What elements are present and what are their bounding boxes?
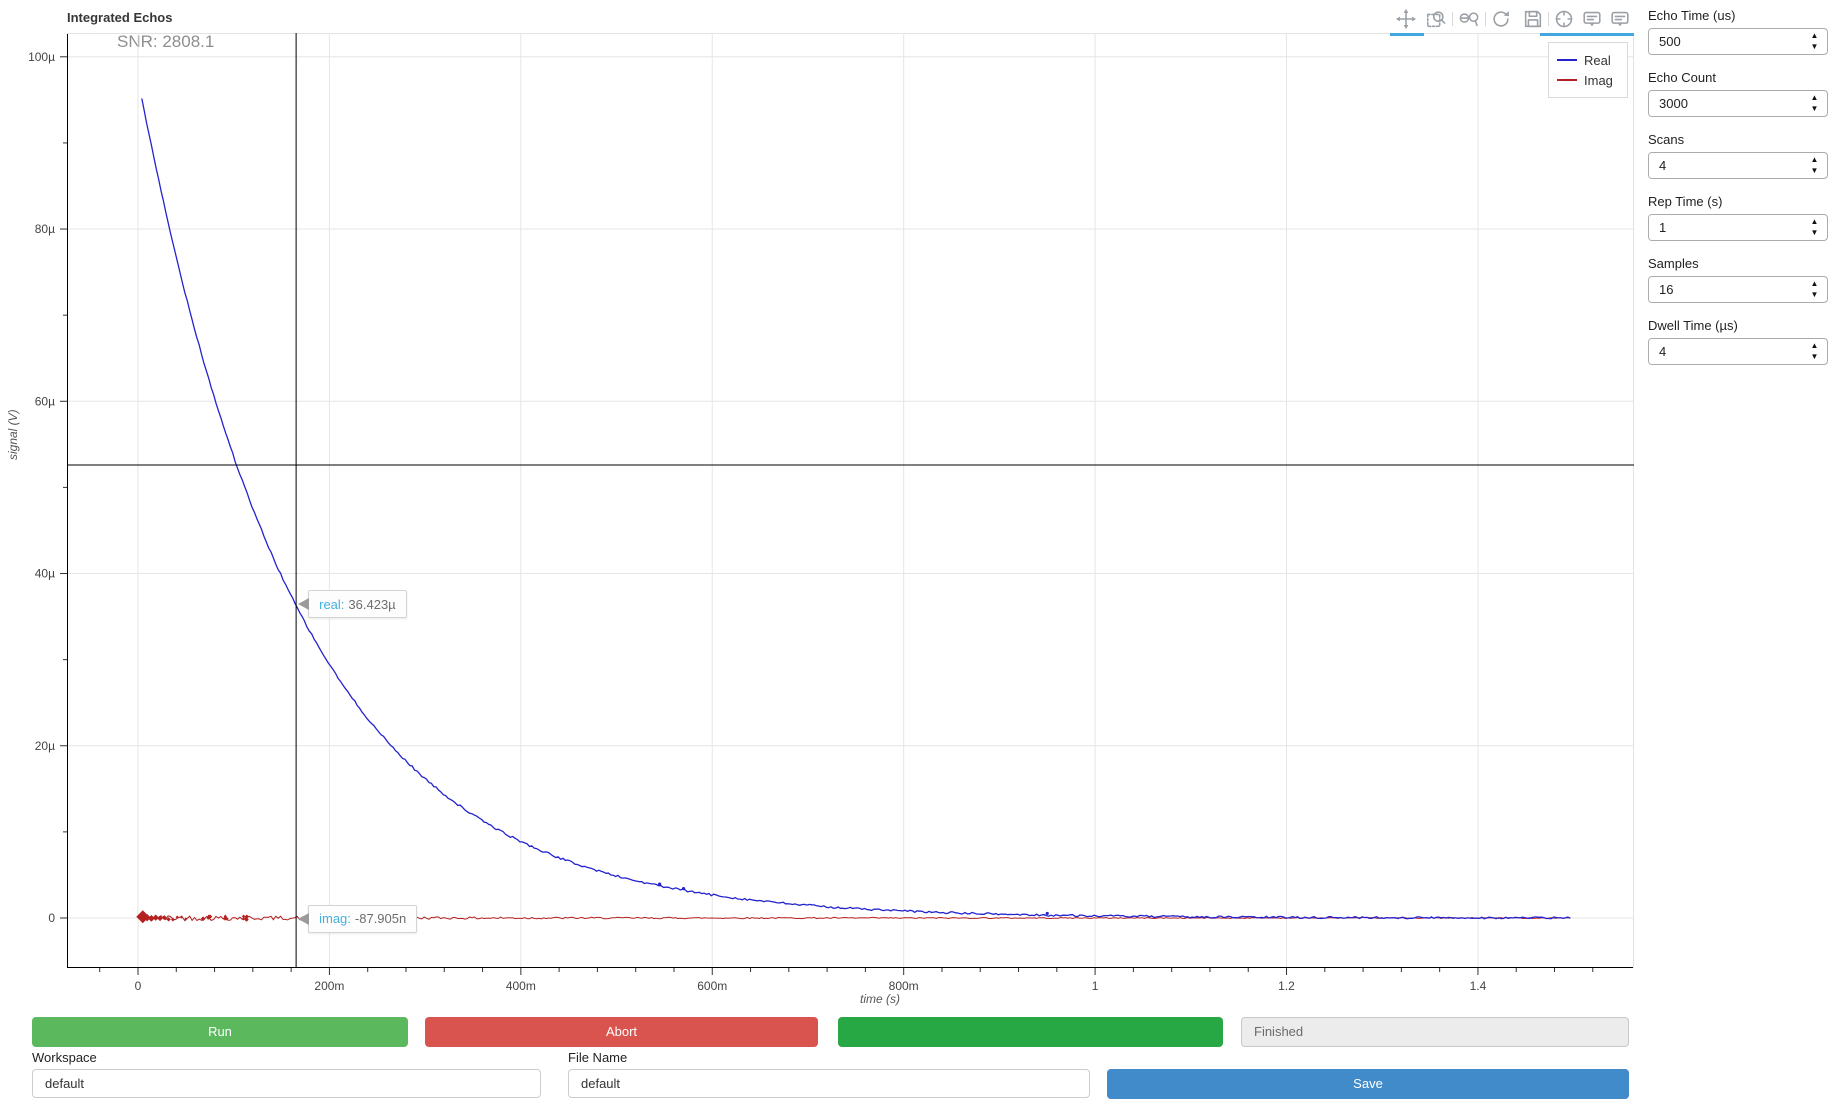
- svg-text:200m: 200m: [314, 979, 344, 993]
- scans-label: Scans: [1648, 132, 1685, 147]
- plot-area[interactable]: 0 200m 400m 600m 800m 1 1.2 1.4 0 20µ 40µ 60µ 80µ 100…: [28, 33, 1634, 993]
- samples-label: Samples: [1648, 256, 1699, 271]
- y-axis-label: signal (V): [6, 409, 20, 460]
- progress-bar: [838, 1017, 1223, 1047]
- tooltip-compare-icon[interactable]: [1608, 8, 1632, 30]
- zoom-in-out-icon[interactable]: [1457, 8, 1481, 30]
- spinner-up-icon[interactable]: ▲: [1808, 156, 1822, 164]
- scans-spinbox[interactable]: ▲▼: [1648, 152, 1828, 179]
- legend-item-imag[interactable]: Imag: [1557, 70, 1619, 90]
- rep-time-input[interactable]: [1649, 215, 1805, 240]
- real-tooltip-label: real:: [319, 596, 345, 612]
- rep-time-label: Rep Time (s): [1648, 194, 1723, 209]
- real-tooltip-value: 36.423µ: [348, 596, 396, 612]
- rep-time-group: Rep Time (s) ▲▼: [1648, 194, 1828, 241]
- crosshair-icon[interactable]: [1552, 8, 1576, 30]
- chart-canvas[interactable]: 0 200m 400m 600m 800m 1 1.2 1.4 0 20µ 40µ 60µ 80µ 100…: [28, 33, 1634, 993]
- dwell-time-spinbox[interactable]: ▲▼: [1648, 338, 1828, 365]
- reset-axes-icon[interactable]: [1489, 8, 1513, 30]
- imag-tooltip-value: -87.905n: [354, 911, 407, 927]
- plot-title: Integrated Echos: [67, 10, 173, 25]
- run-button[interactable]: Run: [32, 1017, 408, 1047]
- svg-text:1.2: 1.2: [1278, 979, 1295, 993]
- status-field: Finished: [1241, 1017, 1629, 1047]
- toolbar-separator: [1452, 12, 1453, 26]
- filename-input[interactable]: [568, 1069, 1090, 1098]
- samples-spinbox[interactable]: ▲▼: [1648, 276, 1828, 303]
- svg-text:40µ: 40µ: [35, 567, 55, 581]
- tooltip-arrow-icon: [298, 598, 310, 611]
- toolbar-separator: [1548, 12, 1549, 26]
- svg-text:1: 1: [1092, 979, 1099, 993]
- rep-time-spinbox[interactable]: ▲▼: [1648, 214, 1828, 241]
- dwell-time-group: Dwell Time (µs) ▲▼: [1648, 318, 1828, 365]
- echo-time-label: Echo Time (us): [1648, 8, 1736, 23]
- echo-time-input[interactable]: [1649, 29, 1805, 54]
- filename-label: File Name: [568, 1050, 628, 1065]
- pan-active-underline: [1390, 33, 1424, 36]
- scans-group: Scans ▲▼: [1648, 132, 1828, 179]
- x-axis-label: time (s): [860, 992, 900, 1006]
- spinner-down-icon[interactable]: ▼: [1808, 229, 1822, 237]
- legend-label-imag: Imag: [1584, 72, 1613, 88]
- svg-text:400m: 400m: [506, 979, 536, 993]
- echo-count-input[interactable]: [1649, 91, 1805, 116]
- save-button[interactable]: Save: [1107, 1069, 1629, 1099]
- imag-value-tooltip: imag: -87.905n: [298, 904, 418, 933]
- spinner-up-icon[interactable]: ▲: [1808, 94, 1822, 102]
- abort-button[interactable]: Abort: [425, 1017, 818, 1047]
- save-plot-icon[interactable]: [1521, 8, 1545, 30]
- app-window: Integrated Echos SNR: 2808.1 0 200m 400m…: [0, 0, 1843, 1109]
- svg-text:0: 0: [48, 911, 55, 925]
- legend-label-real: Real: [1584, 52, 1611, 68]
- legend-line-real: [1557, 59, 1577, 61]
- svg-text:100µ: 100µ: [28, 50, 55, 64]
- echo-count-group: Echo Count ▲▼: [1648, 70, 1828, 117]
- spinner-down-icon[interactable]: ▼: [1808, 167, 1822, 175]
- dwell-time-input[interactable]: [1649, 339, 1805, 364]
- box-zoom-icon[interactable]: [1424, 8, 1448, 30]
- dwell-time-label: Dwell Time (µs): [1648, 318, 1738, 333]
- svg-text:600m: 600m: [697, 979, 727, 993]
- legend-line-imag: [1557, 79, 1577, 81]
- spinner-down-icon[interactable]: ▼: [1808, 291, 1822, 299]
- spinner-up-icon[interactable]: ▲: [1808, 342, 1822, 350]
- tooltip-closest-icon[interactable]: [1580, 8, 1604, 30]
- samples-input[interactable]: [1649, 277, 1805, 302]
- echo-count-spinbox[interactable]: ▲▼: [1648, 90, 1828, 117]
- svg-text:0: 0: [135, 979, 142, 993]
- spinner-down-icon[interactable]: ▼: [1808, 105, 1822, 113]
- pan-icon[interactable]: [1394, 8, 1418, 30]
- samples-group: Samples ▲▼: [1648, 256, 1828, 303]
- acquisition-panel: Echo Time (us) ▲▼ Echo Count ▲▼ Scans ▲▼…: [1648, 8, 1828, 380]
- scans-input[interactable]: [1649, 153, 1805, 178]
- toolbar-separator: [1485, 12, 1486, 26]
- svg-text:80µ: 80µ: [35, 222, 55, 236]
- svg-text:20µ: 20µ: [35, 739, 55, 753]
- workspace-input[interactable]: [32, 1069, 541, 1098]
- legend[interactable]: Real Imag: [1548, 42, 1628, 98]
- spinner-down-icon[interactable]: ▼: [1808, 353, 1822, 361]
- imag-tooltip-label: imag:: [319, 911, 351, 927]
- workspace-label: Workspace: [32, 1050, 97, 1065]
- spinner-down-icon[interactable]: ▼: [1808, 43, 1822, 51]
- spinner-up-icon[interactable]: ▲: [1808, 280, 1822, 288]
- echo-time-group: Echo Time (us) ▲▼: [1648, 8, 1828, 55]
- svg-text:60µ: 60µ: [35, 394, 55, 408]
- spinner-up-icon[interactable]: ▲: [1808, 218, 1822, 226]
- svg-text:800m: 800m: [889, 979, 919, 993]
- real-value-tooltip: real: 36.423µ: [298, 590, 407, 619]
- echo-count-label: Echo Count: [1648, 70, 1716, 85]
- cursor-group-active-underline: [1540, 33, 1634, 36]
- echo-time-spinbox[interactable]: ▲▼: [1648, 28, 1828, 55]
- tooltip-arrow-icon: [298, 912, 310, 925]
- svg-text:1.4: 1.4: [1470, 979, 1487, 993]
- spinner-up-icon[interactable]: ▲: [1808, 32, 1822, 40]
- legend-item-real[interactable]: Real: [1557, 50, 1619, 70]
